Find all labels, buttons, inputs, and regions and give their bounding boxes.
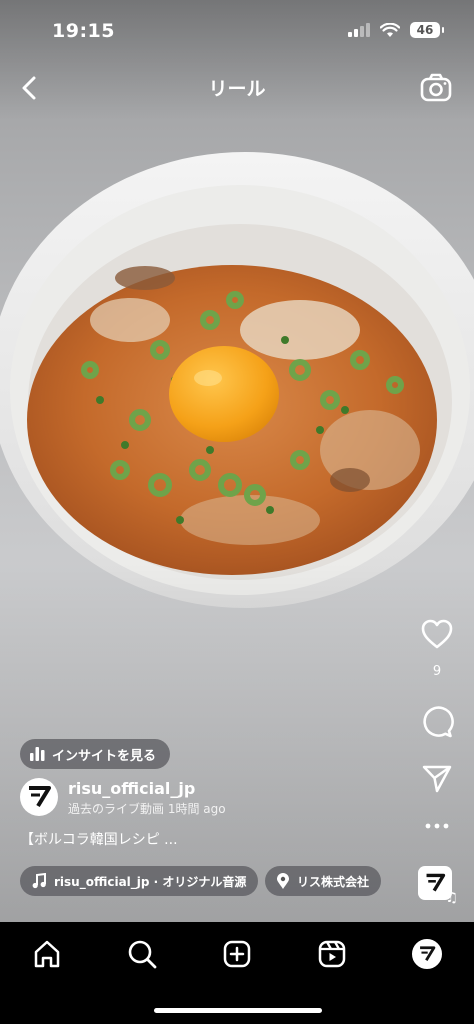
status-bar: 19:15 46: [0, 0, 474, 60]
create-icon: [223, 940, 251, 968]
risu-logo-icon: [426, 873, 446, 892]
camera-icon[interactable]: [418, 70, 454, 106]
tab-profile[interactable]: [409, 936, 445, 972]
location-chip[interactable]: リス株式会社: [265, 866, 382, 896]
tab-create[interactable]: [219, 936, 255, 972]
reels-icon: [318, 940, 346, 968]
more-button[interactable]: [412, 814, 462, 833]
music-note-icon: [32, 873, 46, 889]
post-username[interactable]: risu_official_jp: [68, 779, 195, 798]
wifi-icon: [380, 22, 400, 37]
like-count: 9: [432, 664, 442, 679]
tab-search[interactable]: [124, 936, 160, 972]
audio-label: risu_official_jp · オリジナル音源: [54, 874, 247, 889]
avatar[interactable]: [20, 778, 58, 816]
location-label: リス株式会社: [297, 874, 370, 889]
audio-chip[interactable]: risu_official_jp · オリジナル音源: [20, 866, 259, 896]
reels-header: リール: [0, 64, 474, 112]
battery-indicator: 46: [410, 22, 444, 38]
tab-home[interactable]: [29, 936, 65, 972]
home-icon: [34, 940, 60, 968]
status-icons: 46: [348, 22, 444, 38]
signal-icon: [348, 23, 370, 37]
share-button[interactable]: [412, 764, 462, 798]
risu-logo-icon: [29, 786, 51, 808]
post-caption[interactable]: 【ボルコラ韓国レシピ ...: [20, 829, 178, 849]
page-title: リール: [208, 78, 266, 100]
audio-thumbnail[interactable]: ♫: [418, 866, 458, 906]
status-time: 19:15: [52, 20, 115, 42]
location-pin-icon: [277, 873, 289, 889]
insights-label: インサイトを見る: [52, 748, 157, 764]
post-subtitle: 過去のライブ動画 1時間 ago: [68, 802, 226, 816]
more-icon: [425, 823, 449, 829]
comment-icon: [423, 706, 454, 738]
home-indicator: [154, 1008, 322, 1013]
profile-avatar: [412, 939, 442, 969]
bottom-tab-bar: [0, 922, 474, 1024]
bar-chart-icon: [30, 747, 45, 761]
search-icon: [128, 940, 157, 969]
music-badge-icon: ♫: [445, 890, 458, 906]
heart-icon: [421, 619, 453, 649]
insights-button[interactable]: インサイトを見る: [20, 739, 171, 769]
risu-logo-icon: [420, 946, 436, 961]
send-icon: [422, 765, 452, 793]
like-button[interactable]: [412, 618, 462, 654]
comment-button[interactable]: [412, 704, 462, 742]
tab-reels[interactable]: [314, 936, 350, 972]
